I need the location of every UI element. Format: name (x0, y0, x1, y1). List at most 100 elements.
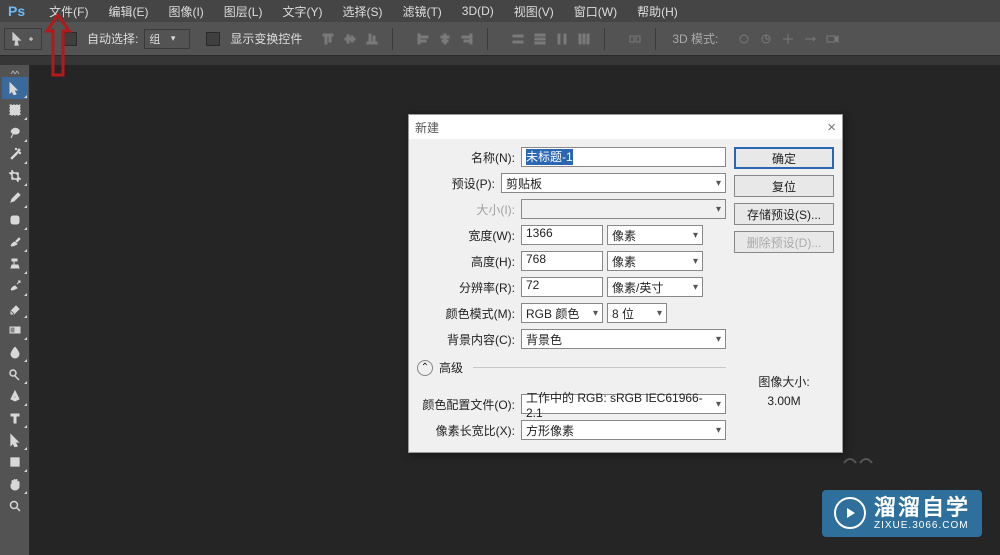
width-unit-dropdown[interactable]: 像素▾ (607, 225, 703, 245)
height-label: 高度(H): (417, 253, 517, 270)
menu-type[interactable]: 文字(Y) (272, 3, 332, 20)
cmode-label: 颜色模式(M): (417, 305, 517, 322)
healing-brush-tool[interactable] (2, 209, 28, 231)
width-input[interactable]: 1366 (521, 225, 603, 245)
show-transform-label: 显示变换控件 (230, 30, 302, 47)
3d-mode-label: 3D 模式: (672, 30, 718, 47)
menu-window[interactable]: 窗口(W) (564, 3, 627, 20)
menu-filter[interactable]: 滤镜(T) (392, 3, 451, 20)
watermark-main: 溜溜自学 (874, 496, 970, 520)
save-preset-button[interactable]: 存储预设(S)... (734, 203, 834, 225)
res-label: 分辨率(R): (417, 279, 517, 296)
lasso-tool[interactable] (2, 121, 28, 143)
toolbox (0, 65, 30, 555)
zoom-tool[interactable] (2, 495, 28, 517)
eraser-tool[interactable] (2, 297, 28, 319)
shape-tool[interactable] (2, 451, 28, 473)
magic-wand-tool[interactable] (2, 143, 28, 165)
bg-dropdown[interactable]: 背景色▾ (521, 329, 726, 349)
3d-zoom-icon[interactable] (822, 29, 842, 49)
auto-select-dropdown[interactable]: 组▾ (144, 29, 190, 49)
document-tab-strip (0, 56, 1000, 65)
dist3-icon[interactable] (552, 29, 572, 49)
pixel-ratio-dropdown[interactable]: 方形像素▾ (521, 420, 726, 440)
preset-dropdown[interactable]: 剪贴板▾ (501, 173, 726, 193)
image-size-info: 图像大小: 3.00M (734, 373, 834, 411)
3d-mode-icons (734, 29, 842, 49)
name-label: 名称(N): (417, 149, 517, 166)
align-right-icon[interactable] (457, 29, 477, 49)
pen-tool[interactable] (2, 385, 28, 407)
divider (604, 28, 605, 50)
bg-label: 背景内容(C): (417, 331, 517, 348)
distribute-icons (508, 29, 594, 49)
clone-stamp-tool[interactable] (2, 253, 28, 275)
width-label: 宽度(W): (417, 227, 517, 244)
new-document-dialog: 新建 × 名称(N): 未标题-1 预设(P): 剪贴板▾ 大小(I): ▾ 宽… (408, 114, 843, 453)
auto-select-label: 自动选择: (87, 30, 138, 47)
dist1-icon[interactable] (508, 29, 528, 49)
3d-pan-icon[interactable] (778, 29, 798, 49)
eyedropper-tool[interactable] (2, 187, 28, 209)
3d-roll-icon[interactable] (756, 29, 776, 49)
close-icon[interactable]: × (827, 119, 836, 136)
name-input[interactable]: 未标题-1 (521, 147, 726, 167)
current-tool-preset[interactable] (4, 28, 42, 50)
dodge-tool[interactable] (2, 363, 28, 385)
res-unit-dropdown[interactable]: 像素/英寸▾ (607, 277, 703, 297)
watermark: 溜溜自学 ZIXUE.3066.COM (822, 490, 982, 537)
height-unit-dropdown[interactable]: 像素▾ (607, 251, 703, 271)
crop-tool[interactable] (2, 165, 28, 187)
3d-slide-icon[interactable] (800, 29, 820, 49)
options-bar: 自动选择: 组▾ 显示变换控件 3D 模式: (0, 22, 1000, 56)
dialog-titlebar[interactable]: 新建 × (409, 115, 842, 139)
move-tool[interactable] (2, 77, 28, 99)
watermark-sub: ZIXUE.3066.COM (874, 520, 970, 531)
align-vcenter-icon[interactable] (340, 29, 360, 49)
image-size-label: 图像大小: (734, 373, 834, 392)
image-size-value: 3.00M (734, 392, 834, 411)
type-tool[interactable] (2, 407, 28, 429)
menu-3d[interactable]: 3D(D) (452, 4, 504, 18)
cmode-dropdown[interactable]: RGB 颜色▾ (521, 303, 603, 323)
height-input[interactable]: 768 (521, 251, 603, 271)
align-hcenter-icon[interactable] (435, 29, 455, 49)
menu-view[interactable]: 视图(V) (504, 3, 564, 20)
align-top-icon[interactable] (318, 29, 338, 49)
dialog-title: 新建 (415, 119, 827, 136)
hand-tool[interactable] (2, 473, 28, 495)
menu-layer[interactable]: 图层(L) (214, 3, 273, 20)
ok-button[interactable]: 确定 (734, 147, 834, 169)
gradient-tool[interactable] (2, 319, 28, 341)
res-input[interactable]: 72 (521, 277, 603, 297)
preset-label: 预设(P): (417, 175, 497, 192)
align-bottom-icon[interactable] (362, 29, 382, 49)
menu-image[interactable]: 图像(I) (158, 3, 213, 20)
auto-align-icon[interactable] (625, 29, 645, 49)
show-transform-checkbox[interactable] (206, 32, 220, 46)
app-logo: Ps (8, 3, 25, 19)
path-selection-tool[interactable] (2, 429, 28, 451)
marquee-tool[interactable] (2, 99, 28, 121)
dist2-icon[interactable] (530, 29, 550, 49)
align-left-icon[interactable] (413, 29, 433, 49)
3d-orbit-icon[interactable] (734, 29, 754, 49)
brush-tool[interactable] (2, 231, 28, 253)
dist4-icon[interactable] (574, 29, 594, 49)
profile-label: 颜色配置文件(O): (417, 396, 517, 413)
menu-bar: Ps 文件(F) 编辑(E) 图像(I) 图层(L) 文字(Y) 选择(S) 滤… (0, 0, 1000, 22)
profile-dropdown[interactable]: 工作中的 RGB: sRGB IEC61966-2.1▾ (521, 394, 726, 414)
history-brush-tool[interactable] (2, 275, 28, 297)
blur-tool[interactable] (2, 341, 28, 363)
menu-select[interactable]: 选择(S) (332, 3, 392, 20)
advanced-toggle[interactable]: ⌃ (417, 360, 433, 376)
toolbox-expand[interactable] (2, 67, 28, 77)
menu-edit[interactable]: 编辑(E) (98, 3, 158, 20)
annotation-arrow (43, 13, 73, 84)
delete-preset-button: 删除预设(D)... (734, 231, 834, 253)
cancel-button[interactable]: 复位 (734, 175, 834, 197)
cmode-depth-dropdown[interactable]: 8 位▾ (607, 303, 667, 323)
menu-help[interactable]: 帮助(H) (627, 3, 688, 20)
arrange-icon (625, 29, 645, 49)
watermark-shadow-icon (840, 453, 880, 463)
